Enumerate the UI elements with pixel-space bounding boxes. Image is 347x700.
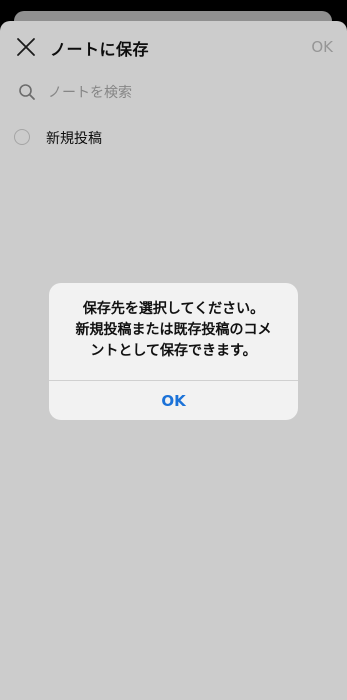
dialog-ok-button[interactable]: OK bbox=[49, 381, 298, 420]
alert-dialog: 保存先を選択してください。 新規投稿または既存投稿のコメ ントとして保存できます… bbox=[49, 283, 298, 420]
dialog-message-line: ントとして保存できます。 bbox=[90, 343, 257, 359]
dialog-message-line: 新規投稿または既存投稿のコメ bbox=[75, 322, 272, 338]
dialog-message-line: 保存先を選択してください。 bbox=[82, 301, 265, 317]
dialog-message: 保存先を選択してください。 新規投稿または既存投稿のコメ ントとして保存できます… bbox=[49, 299, 298, 362]
